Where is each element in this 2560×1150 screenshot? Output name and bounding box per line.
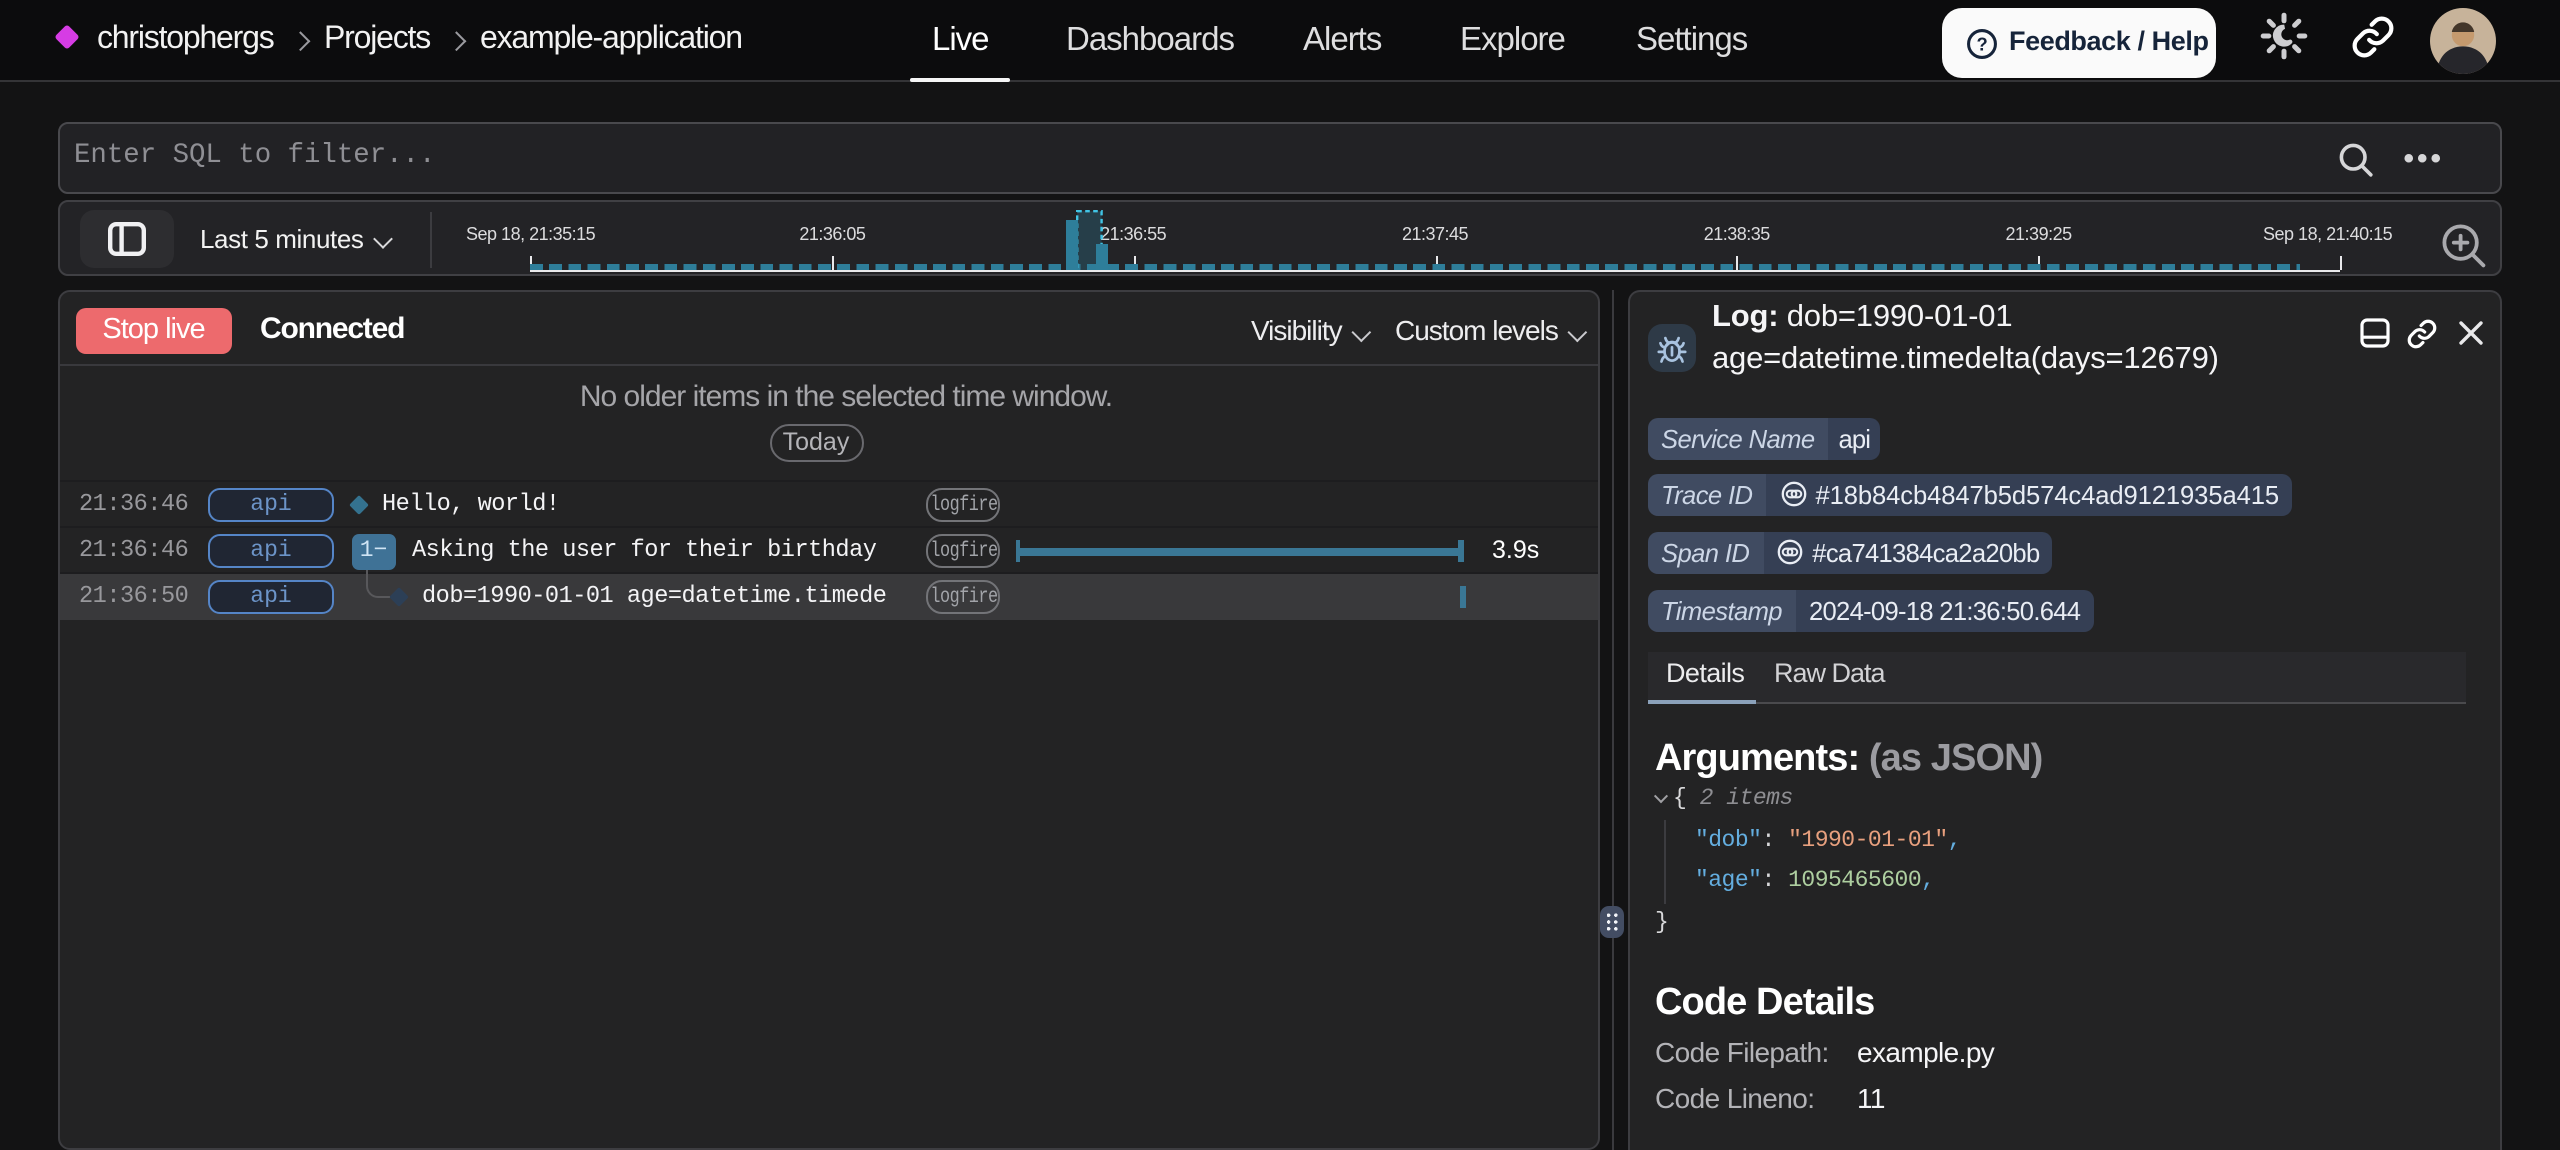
- svg-text:?: ?: [1977, 33, 1988, 54]
